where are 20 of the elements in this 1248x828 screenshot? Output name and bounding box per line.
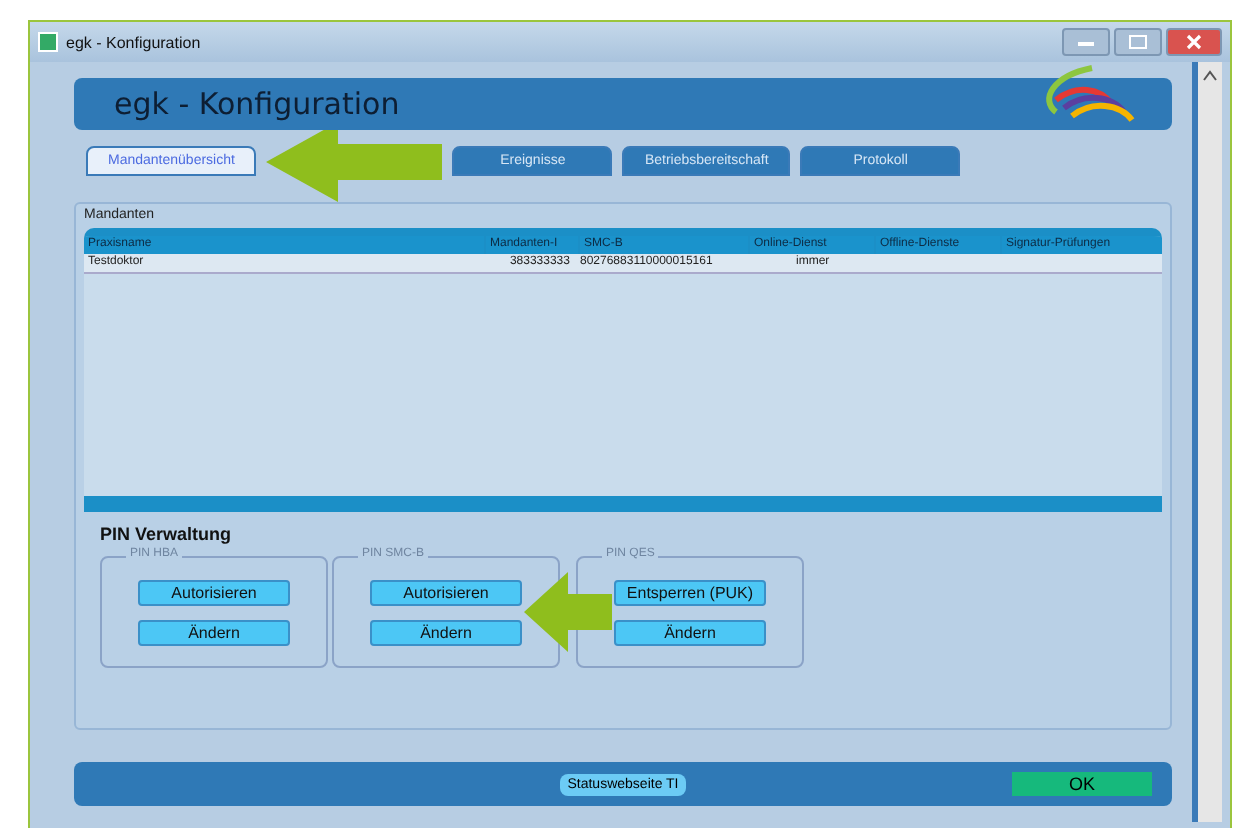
maximize-button[interactable] xyxy=(1114,28,1162,56)
close-icon xyxy=(1184,34,1204,50)
close-button[interactable] xyxy=(1166,28,1222,56)
minimize-button[interactable] xyxy=(1062,28,1110,56)
pin-button[interactable]: Entsperren (PUK) xyxy=(614,579,766,605)
pin-button[interactable]: Autorisieren xyxy=(370,579,522,605)
app-icon xyxy=(38,32,58,52)
pin-button[interactable]: Autorisieren xyxy=(138,579,290,605)
minimize-icon xyxy=(1076,36,1096,48)
pin-button[interactable]: Ändern xyxy=(138,619,290,645)
window-title: egk - Konfiguration xyxy=(66,33,203,51)
ok-button[interactable]: OK xyxy=(1012,772,1152,796)
scrollbar[interactable] xyxy=(1192,62,1222,822)
maximize-icon xyxy=(1128,34,1148,50)
scroll-up-icon xyxy=(1202,70,1218,82)
app-title: egk - Konfiguration xyxy=(114,86,400,122)
pin-button[interactable]: Ändern xyxy=(614,619,766,645)
arrow-icon xyxy=(524,572,612,652)
pin-button[interactable]: Ändern xyxy=(370,619,522,645)
section-title: PIN Verwaltung xyxy=(100,524,234,544)
